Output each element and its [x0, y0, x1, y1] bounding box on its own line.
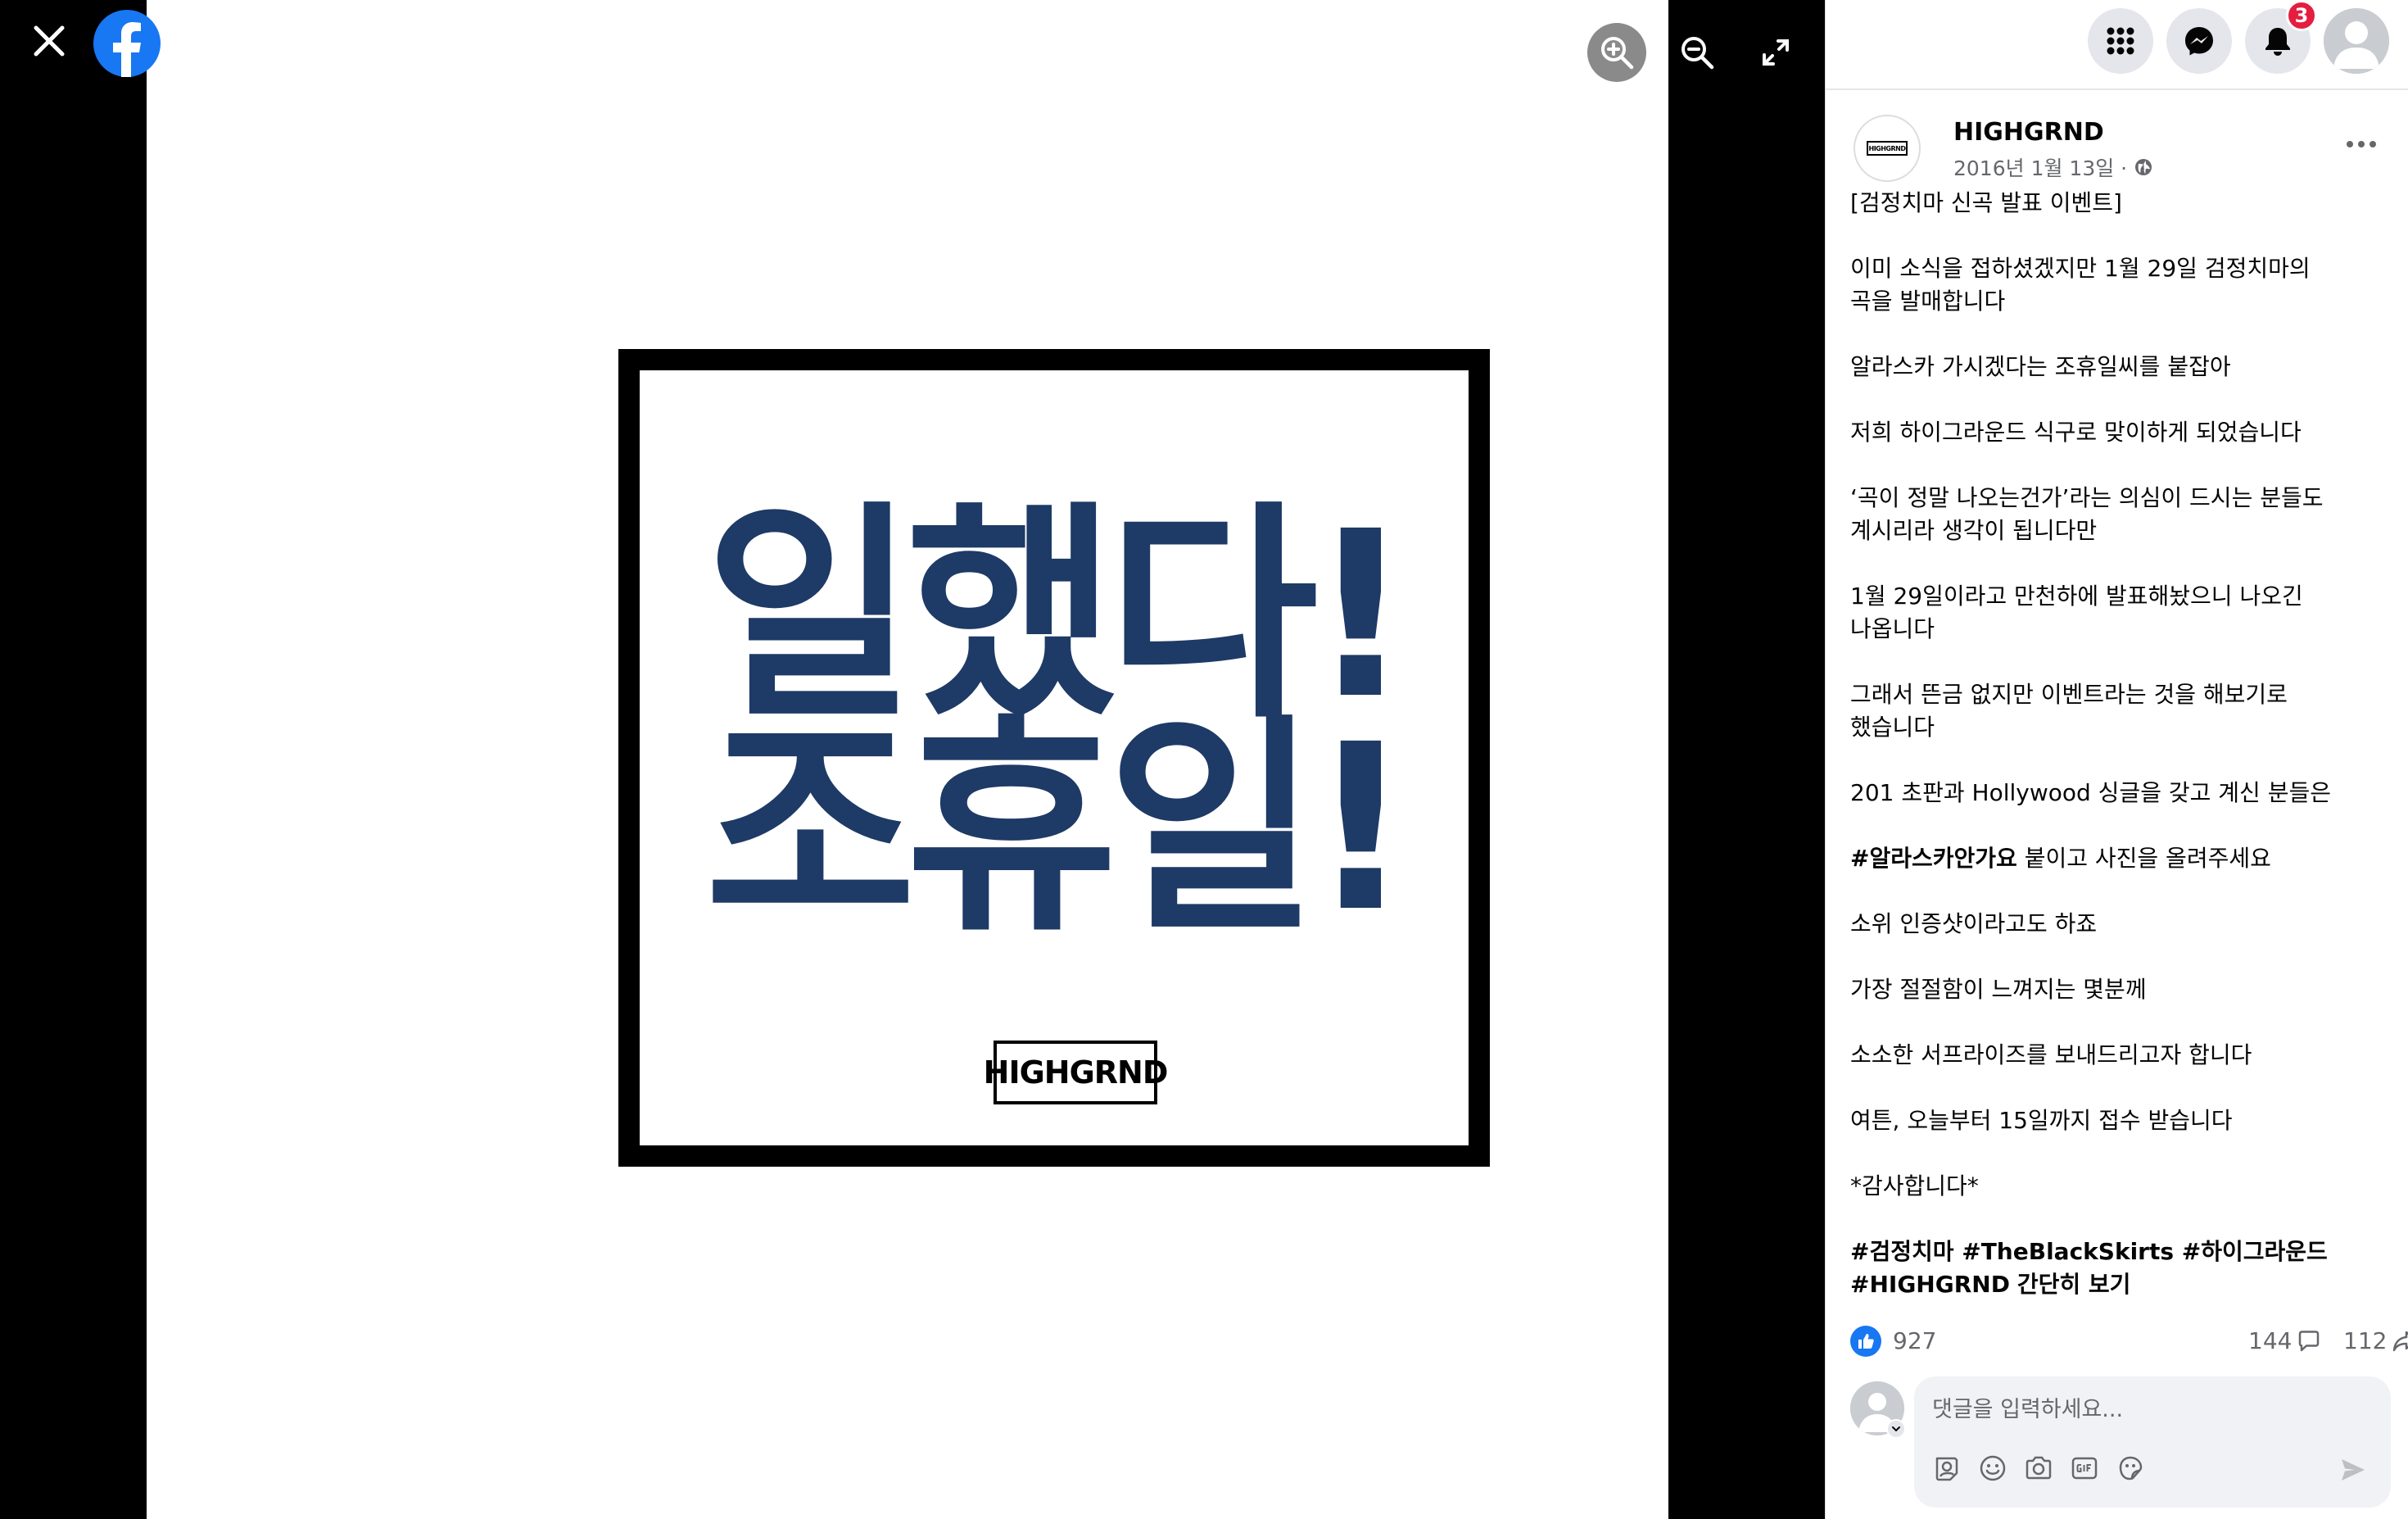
- comment-count-button[interactable]: 144: [2248, 1327, 2321, 1354]
- zoom-in-button[interactable]: [1587, 23, 1646, 82]
- top-nav-bar: 3: [1826, 0, 2408, 90]
- fullscreen-icon: [1763, 39, 1789, 66]
- zoom-out-icon: [1682, 37, 1714, 70]
- post-paragraph: 소소한 서프라이즈를 보내드리고자 합니다: [1850, 1041, 2252, 1068]
- facebook-logo-button[interactable]: [93, 10, 161, 77]
- zoom-in-icon: [1601, 37, 1634, 70]
- post-date-text: 2016년 1월 13일 ·: [1953, 156, 2128, 180]
- page-avatar-logo: HIGHGRND: [1867, 141, 1908, 156]
- zoom-out-button[interactable]: [1668, 23, 1727, 82]
- notification-badge: 3: [2286, 0, 2317, 31]
- camera-icon: [2026, 1456, 2052, 1480]
- poster-headline-2: 조휴일!: [704, 696, 1414, 963]
- post-paragraph-hashtag: #알라스카안가요 붙이고 사진을 올려주세요: [1850, 842, 2358, 875]
- post-paragraph: 소위 인증샷이라고도 하죠: [1850, 910, 2098, 937]
- avatar-sticker-icon: [1935, 1457, 1958, 1481]
- post-paragraph: *감사합니다*: [1850, 1172, 1979, 1199]
- messenger-icon: [2185, 27, 2213, 56]
- post-paragraph: 1월 29일이라고 만천하에 발표해놨으니 나오긴 나옵니다: [1850, 583, 2303, 642]
- avatar-sticker-button[interactable]: [1930, 1452, 1963, 1485]
- facebook-logo-icon: [93, 10, 161, 77]
- photo-button[interactable]: [2022, 1452, 2055, 1485]
- globe-icon: [2135, 159, 2152, 175]
- comment-icon: [2299, 1330, 2320, 1351]
- comment-count: 144: [2248, 1327, 2293, 1354]
- share-count-button[interactable]: 112: [2343, 1327, 2408, 1354]
- post-header: HIGHGRND HIGHGRND 2016년 1월 13일 ·: [1854, 115, 2386, 188]
- account-button[interactable]: [2324, 8, 2389, 74]
- gif-icon: [2071, 1457, 2098, 1480]
- comment-input[interactable]: [1932, 1391, 2358, 1427]
- gif-button[interactable]: [2068, 1452, 2101, 1485]
- profile-switch-button[interactable]: [1886, 1419, 1906, 1439]
- post-paragraph: 가장 절절함이 느껴지는 몇분께: [1850, 976, 2147, 1003]
- post-paragraph: ‘곡이 정말 나오는건가’라는 의심이 드시는 분들도 계시리라 생각이 됩니다…: [1850, 484, 2324, 544]
- post-options-button[interactable]: [2337, 120, 2386, 169]
- post-paragraph: 저희 하이그라운드 식구로 맞이하게 되었습니다: [1850, 419, 2302, 446]
- comment-box: [1914, 1376, 2391, 1508]
- messenger-button[interactable]: [2166, 8, 2232, 74]
- like-reaction-icon[interactable]: [1850, 1326, 1881, 1357]
- post-photo[interactable]: 일했다! 조휴일! HIGHGRND: [618, 349, 1490, 1167]
- comment-composer: [1850, 1376, 2391, 1508]
- notifications-button[interactable]: 3: [2245, 0, 2317, 74]
- thumbs-up-icon: [1858, 1334, 1874, 1349]
- grid-menu-icon: [2107, 27, 2134, 55]
- sticker-icon: [2119, 1456, 2143, 1480]
- emoji-icon: [1980, 1455, 2006, 1481]
- fullscreen-button[interactable]: [1746, 23, 1805, 82]
- post-paragraph: 알라스카 가시겠다는 조휴일씨를 붙잡아: [1850, 353, 2231, 380]
- media-viewer: 일했다! 조휴일! HIGHGRND: [0, 0, 1825, 1519]
- close-viewer-button[interactable]: [28, 20, 70, 62]
- hashtag-link[interactable]: #알라스카안가요: [1850, 845, 2017, 872]
- page-name-link[interactable]: HIGHGRND: [1953, 118, 2104, 147]
- close-icon: [34, 25, 65, 57]
- post-paragraph: [검정치마 신곡 발표 이벤트]: [1850, 189, 2122, 216]
- reaction-stats: 927 144 112: [1850, 1322, 2408, 1363]
- bell-icon: [2265, 28, 2290, 56]
- share-icon: [2393, 1331, 2408, 1351]
- see-less-link[interactable]: 간단히 보기: [2017, 1271, 2131, 1298]
- send-icon: [2342, 1459, 2365, 1480]
- share-count: 112: [2343, 1327, 2388, 1354]
- sticker-button[interactable]: [2114, 1452, 2147, 1485]
- post-paragraph: 그래서 뜬금 없지만 이벤트라는 것을 해보기로 했습니다: [1850, 681, 2288, 741]
- poster-logo: HIGHGRND: [984, 1041, 1168, 1104]
- photo-area[interactable]: 일했다! 조휴일! HIGHGRND: [147, 0, 1668, 1519]
- post-paragraph-text: 붙이고 사진을 올려주세요: [2016, 845, 2271, 872]
- avatar-icon: [2324, 8, 2389, 74]
- post-paragraph: 이미 소식을 접하셨겠지만 1월 29일 검정치마의 곡을 발매합니다: [1850, 255, 2311, 315]
- post-paragraph: 201 초판과 Hollywood 싱글을 갖고 계신 분들은: [1850, 779, 2331, 806]
- menu-button[interactable]: [2088, 8, 2153, 74]
- post-paragraph: 여튼, 오늘부터 15일까지 접수 받습니다: [1850, 1107, 2233, 1134]
- post-hashtags: #검정치마 #TheBlackSkirts #하이그라운드 #HIGHGRND …: [1850, 1236, 2358, 1301]
- like-count[interactable]: 927: [1893, 1327, 1936, 1354]
- emoji-button[interactable]: [1976, 1452, 2009, 1485]
- post-sidebar: 3 HIGHGRND HIGHGRND 2016년 1월 13일 · [검정치마…: [1825, 0, 2408, 1519]
- page-avatar[interactable]: HIGHGRND: [1854, 115, 1921, 182]
- send-comment-button[interactable]: [2337, 1453, 2370, 1486]
- chevron-down-icon: [1892, 1426, 1900, 1432]
- post-message: [검정치마 신곡 발표 이벤트] 이미 소식을 접하셨겠지만 1월 29일 검정…: [1850, 187, 2358, 1334]
- poster-inner: 일했다! 조휴일! HIGHGRND: [640, 370, 1469, 1145]
- post-timestamp[interactable]: 2016년 1월 13일 ·: [1953, 152, 2153, 182]
- more-horizontal-icon: [2347, 141, 2376, 147]
